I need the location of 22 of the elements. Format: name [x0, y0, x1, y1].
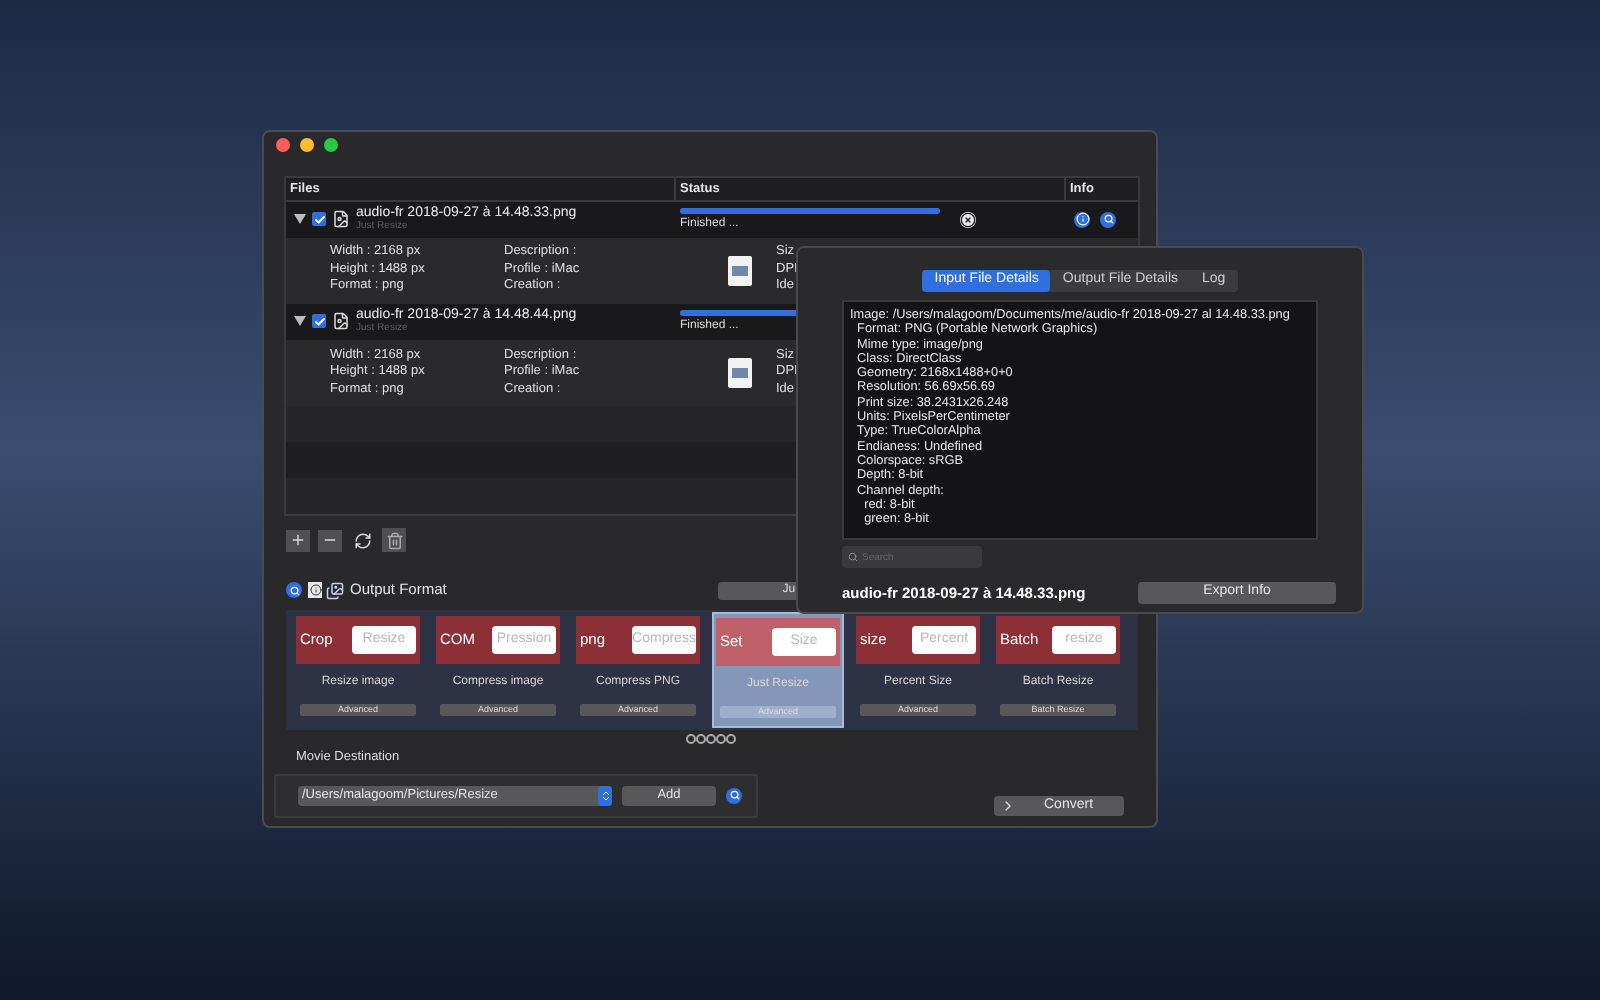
document-icon [332, 312, 350, 331]
checkbox[interactable] [312, 212, 326, 227]
remove-button[interactable] [318, 529, 342, 551]
search-icon[interactable] [726, 787, 742, 804]
document-icon [332, 210, 350, 229]
search-icon[interactable] [286, 582, 302, 598]
close-button[interactable] [276, 138, 290, 152]
search-icon [848, 552, 858, 562]
images-icon [326, 581, 344, 599]
search-icon[interactable] [1100, 211, 1116, 228]
refresh-button[interactable] [350, 529, 374, 551]
add-button[interactable] [286, 529, 310, 551]
chevron-right-icon [1000, 797, 1016, 814]
zoom-button[interactable] [324, 138, 338, 152]
image-file-icon [728, 357, 752, 388]
image-file-icon [728, 255, 752, 286]
minimize-button[interactable] [300, 138, 314, 152]
checkbox[interactable] [312, 314, 326, 329]
page-dots-icon[interactable] [686, 734, 738, 744]
trash-button[interactable] [382, 528, 406, 552]
plus-icon [290, 532, 306, 548]
cancel-icon[interactable] [960, 211, 976, 228]
